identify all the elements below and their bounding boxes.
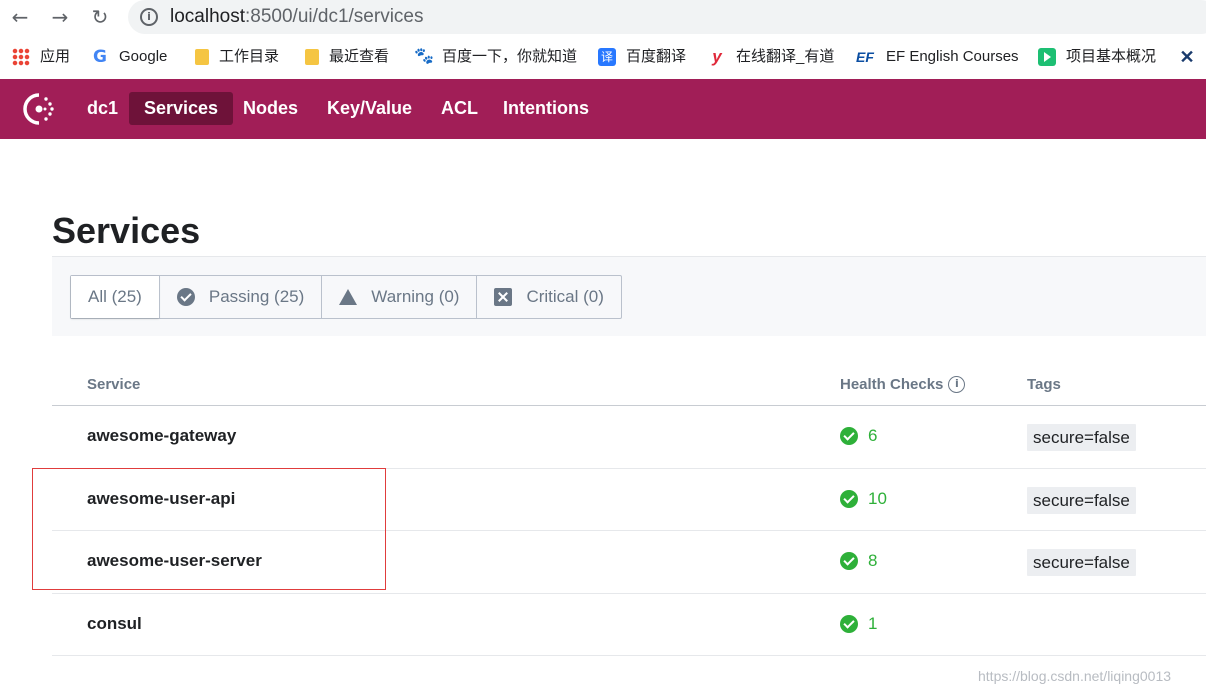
table-row[interactable]: awesome-gateway 6 secure=false	[52, 406, 1206, 469]
bookmark-work-folder[interactable]: 工作目录	[195, 46, 279, 68]
health-filter-group: All (25) Passing (25) Warning (0) Critic…	[70, 275, 622, 319]
filter-bar: All (25) Passing (25) Warning (0) Critic…	[52, 256, 1206, 336]
filter-all[interactable]: All (25)	[71, 276, 159, 318]
passing-check-icon	[840, 427, 858, 445]
filter-warning[interactable]: Warning (0)	[321, 276, 476, 318]
column-header-service[interactable]: Service	[87, 376, 140, 393]
forward-arrow-icon[interactable]: →	[46, 4, 74, 30]
bookmark-google[interactable]: G Google	[91, 46, 167, 68]
bookmark-youdao[interactable]: y 在线翻译_有道	[708, 46, 834, 68]
table-row[interactable]: consul 1	[52, 594, 1206, 656]
nav-key-value[interactable]: Key/Value	[312, 92, 427, 125]
column-header-tags: Tags	[1027, 376, 1061, 393]
consul-header: dc1 Services Nodes Key/Value ACL Intenti…	[0, 79, 1206, 139]
folder-icon	[195, 49, 209, 65]
address-url[interactable]: localhost:8500/ui/dc1/services	[170, 6, 424, 28]
youdao-icon: y	[712, 47, 722, 66]
nav-acl[interactable]: ACL	[426, 92, 493, 125]
play-icon	[1038, 48, 1056, 66]
info-icon[interactable]: i	[948, 376, 966, 393]
datacenter-selector[interactable]: dc1	[72, 92, 133, 125]
passing-check-icon	[840, 489, 858, 508]
health-checks-count: 8	[840, 551, 877, 571]
bookmark-x[interactable]: ✕	[1178, 46, 1206, 68]
health-checks-count: 1	[840, 614, 877, 634]
baidu-translate-icon: 译	[598, 48, 616, 66]
bookmarks-bar: 应用 G Google 工作目录 最近查看 🐾 百度一下，你就知道 译百度翻译 y在…	[0, 40, 1206, 74]
warning-triangle-icon	[339, 289, 358, 305]
bookmark-baidu-translate[interactable]: 译百度翻译	[598, 46, 686, 68]
ef-icon: EF	[856, 49, 874, 65]
service-tag: secure=false	[1027, 486, 1136, 514]
page-title: Services	[52, 210, 201, 251]
watermark: https://blog.csdn.net/liqing0013	[978, 668, 1172, 684]
nav-services[interactable]: Services	[129, 92, 234, 125]
passing-check-icon	[176, 288, 195, 306]
folder-icon	[305, 49, 319, 65]
x-logo-icon: ✕	[1179, 47, 1195, 67]
column-header-health: Health Checks i	[840, 376, 966, 393]
passing-check-icon	[840, 614, 858, 633]
address-bar[interactable]: i localhost:8500/ui/dc1/services	[128, 0, 1206, 34]
filter-critical[interactable]: Critical (0)	[476, 276, 620, 318]
back-arrow-icon[interactable]: ←	[6, 4, 34, 30]
service-name[interactable]: awesome-gateway	[87, 426, 236, 446]
bookmark-baidu[interactable]: 🐾 百度一下，你就知道	[414, 46, 577, 68]
apps-grid-icon	[12, 48, 30, 66]
nav-nodes[interactable]: Nodes	[228, 92, 313, 125]
service-tag: secure=false	[1027, 549, 1136, 576]
bookmark-apps[interactable]: 应用	[12, 46, 70, 68]
table-header: Service Health Checks i Tags	[52, 364, 1206, 406]
critical-x-icon	[494, 288, 513, 306]
bookmark-recent-folder[interactable]: 最近查看	[305, 46, 389, 68]
bookmark-project[interactable]: 项目基本概况	[1038, 46, 1156, 68]
browser-toolbar: ← → ↻ i localhost:8500/ui/dc1/services	[0, 0, 1206, 36]
site-info-icon[interactable]: i	[140, 8, 158, 26]
filter-passing[interactable]: Passing (25)	[158, 276, 321, 318]
reload-icon[interactable]: ↻	[86, 4, 114, 30]
consul-logo-icon[interactable]	[22, 92, 56, 126]
health-checks-count: 10	[840, 489, 887, 509]
annotation-highlight-box	[32, 468, 386, 590]
service-name[interactable]: consul	[87, 614, 142, 634]
bookmark-ef[interactable]: EF EF English Courses	[854, 46, 1019, 68]
health-checks-count: 6	[840, 426, 877, 446]
nav-intentions[interactable]: Intentions	[488, 92, 604, 125]
service-tag: secure=false	[1027, 424, 1136, 451]
passing-check-icon	[840, 552, 858, 570]
google-icon: G	[93, 47, 107, 67]
baidu-paw-icon: 🐾	[414, 48, 434, 65]
